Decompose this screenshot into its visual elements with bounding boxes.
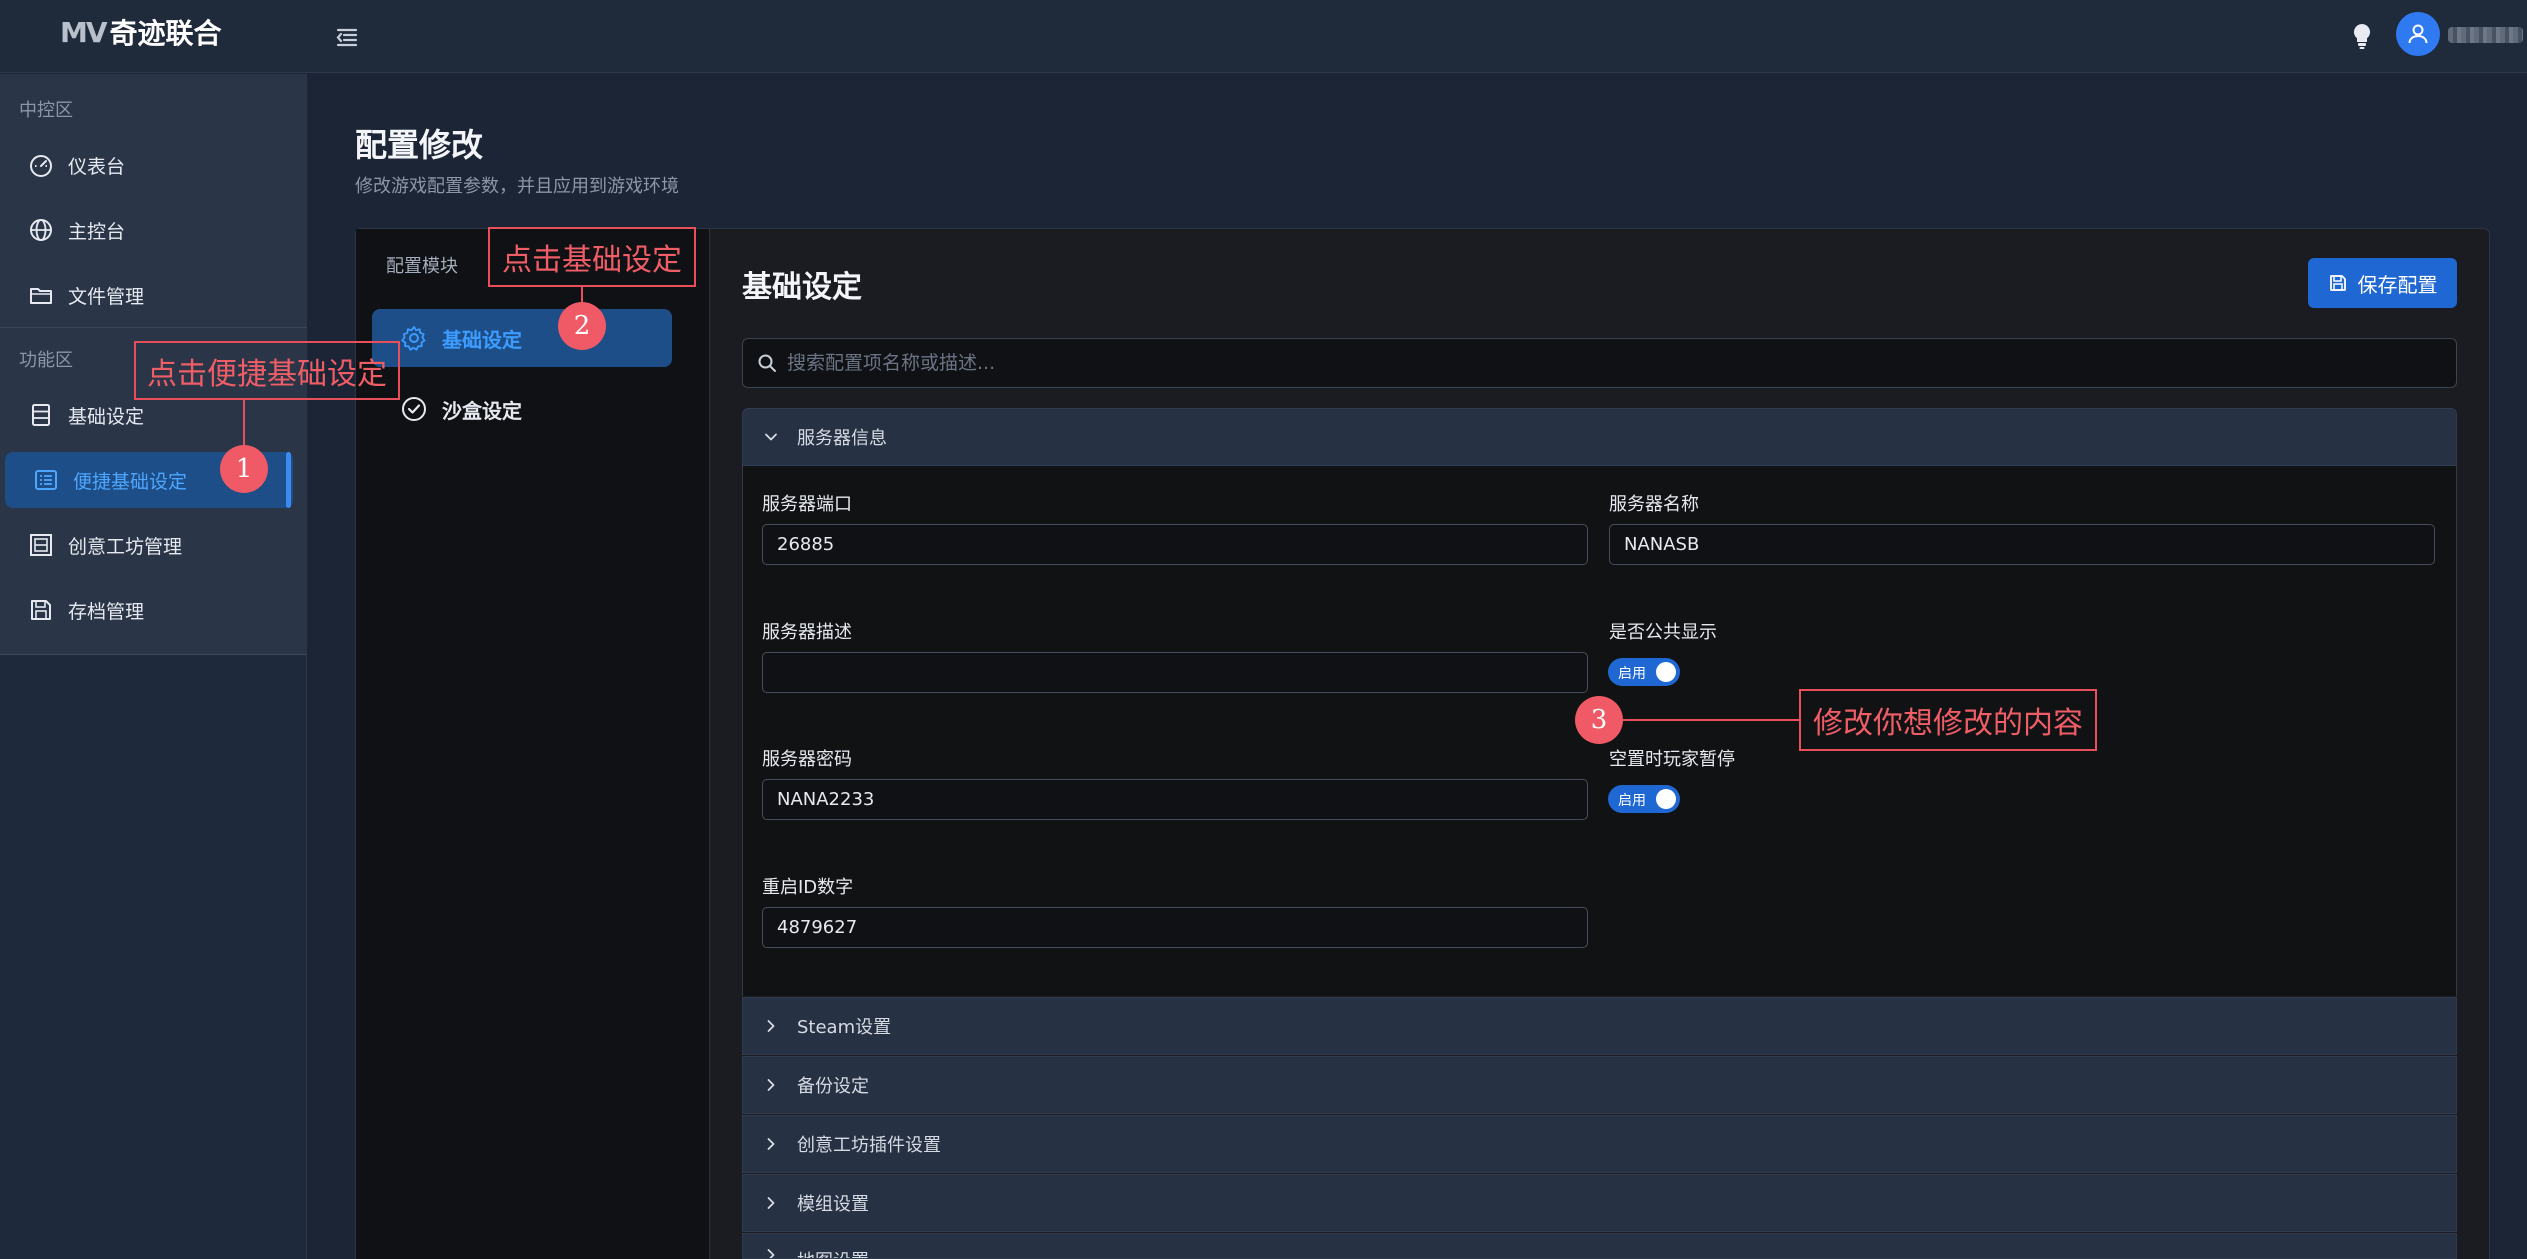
sidebar-item-console[interactable]: 主控台 bbox=[0, 202, 292, 258]
section-label-control: 中控区 bbox=[19, 100, 73, 121]
toggle-label: 启用 bbox=[1618, 666, 1646, 682]
chevron-right-icon bbox=[767, 1249, 775, 1258]
check-circle-icon bbox=[402, 397, 426, 421]
sidebar-item-workshop[interactable]: 创意工坊管理 bbox=[0, 517, 292, 573]
module-item-sandbox[interactable]: 沙盒设定 bbox=[372, 380, 672, 438]
panel-title: 地图设置 bbox=[797, 1247, 869, 1258]
server-name-field[interactable] bbox=[1609, 524, 2435, 565]
panel-backup[interactable]: 备份设定 bbox=[742, 1056, 2457, 1114]
restart-id-field[interactable] bbox=[762, 907, 1588, 948]
sidebar-item-label: 存档管理 bbox=[68, 600, 145, 623]
panel-title: 服务器信息 bbox=[797, 428, 887, 449]
logo-text: 奇迹联合 bbox=[109, 17, 222, 50]
annotation-step1-label: 点击便捷基础设定 bbox=[134, 341, 400, 400]
label-idle-pause: 空置时玩家暂停 bbox=[1609, 749, 1735, 770]
annotation-step3-leader bbox=[1623, 719, 1799, 721]
sidebar-item-label: 创意工坊管理 bbox=[68, 535, 183, 558]
sidebar-item-label: 便捷基础设定 bbox=[73, 470, 188, 493]
server-icon bbox=[32, 404, 50, 426]
label-server-password: 服务器密码 bbox=[762, 749, 852, 770]
module-item-basic[interactable]: 基础设定 bbox=[372, 309, 672, 367]
annotation-step2-badge: 2 bbox=[558, 302, 606, 350]
panel-workshop-plugins[interactable]: 创意工坊插件设置 bbox=[742, 1115, 2457, 1173]
sidebar-item-label: 基础设定 bbox=[68, 405, 145, 428]
chevron-right-icon bbox=[767, 1138, 775, 1150]
panel-title: 备份设定 bbox=[797, 1076, 869, 1097]
panel-server-info[interactable]: 服务器信息 bbox=[742, 408, 2457, 466]
content-title: 基础设定 bbox=[742, 270, 862, 305]
sidebar-item-label: 文件管理 bbox=[68, 285, 145, 308]
module-item-label: 基础设定 bbox=[442, 327, 522, 352]
gear-icon bbox=[401, 326, 426, 351]
annotation-step1-leader bbox=[243, 400, 245, 445]
chevron-right-icon bbox=[767, 1079, 775, 1091]
page-subtitle: 修改游戏配置参数，并且应用到游戏环境 bbox=[355, 176, 679, 197]
save-button-label: 保存配置 bbox=[2357, 272, 2438, 297]
annotation-step3-label: 修改你想修改的内容 bbox=[1799, 689, 2097, 751]
toggle-knob bbox=[1656, 789, 1676, 809]
menu-collapse-icon[interactable] bbox=[332, 22, 362, 52]
panel-title: 创意工坊插件设置 bbox=[797, 1135, 941, 1156]
label-server-name: 服务器名称 bbox=[1609, 494, 1699, 515]
panel-steam[interactable]: Steam设置 bbox=[742, 997, 2457, 1055]
panel-title: Steam设置 bbox=[797, 1017, 892, 1038]
module-title: 配置模块 bbox=[386, 256, 458, 277]
section-label-function: 功能区 bbox=[19, 350, 73, 371]
search-bar[interactable] bbox=[742, 338, 2457, 388]
chevron-down-icon bbox=[765, 433, 777, 441]
dashboard-icon bbox=[30, 155, 52, 177]
username-redacted[interactable] bbox=[2448, 27, 2523, 43]
list-icon bbox=[35, 470, 57, 490]
sidebar-item-label: 仪表台 bbox=[68, 155, 126, 178]
sidebar-item-label: 主控台 bbox=[68, 220, 126, 243]
panel-title: 模组设置 bbox=[797, 1194, 869, 1215]
user-avatar[interactable] bbox=[2396, 12, 2440, 56]
workshop-icon bbox=[30, 534, 52, 556]
label-server-port: 服务器端口 bbox=[762, 494, 852, 515]
server-port-field[interactable] bbox=[762, 524, 1588, 565]
save-icon bbox=[2329, 275, 2346, 291]
app-logo[interactable]: MV 奇迹联合 bbox=[60, 12, 222, 52]
sidebar-item-saves[interactable]: 存档管理 bbox=[0, 582, 292, 638]
active-indicator bbox=[286, 452, 291, 508]
save-icon bbox=[31, 600, 51, 620]
save-config-button[interactable]: 保存配置 bbox=[2308, 258, 2457, 308]
label-public-display: 是否公共显示 bbox=[1609, 622, 1717, 643]
top-header bbox=[0, 0, 2527, 73]
sidebar-divider bbox=[0, 327, 307, 328]
search-icon bbox=[758, 354, 776, 372]
sidebar-item-dashboard[interactable]: 仪表台 bbox=[0, 137, 292, 193]
server-password-field[interactable] bbox=[762, 779, 1588, 820]
toggle-label: 启用 bbox=[1618, 793, 1646, 809]
annotation-step2-label: 点击基础设定 bbox=[488, 227, 696, 287]
module-item-label: 沙盒设定 bbox=[442, 398, 522, 423]
page-title: 配置修改 bbox=[355, 126, 484, 164]
bulb-icon[interactable] bbox=[2350, 21, 2374, 51]
label-server-desc: 服务器描述 bbox=[762, 622, 852, 643]
toggle-knob bbox=[1656, 662, 1676, 682]
globe-icon bbox=[30, 219, 52, 241]
annotation-step3-badge: 3 bbox=[1575, 696, 1623, 744]
sidebar-item-files[interactable]: 文件管理 bbox=[0, 267, 292, 323]
panel-mods[interactable]: 模组设置 bbox=[742, 1174, 2457, 1232]
user-icon bbox=[2408, 24, 2428, 44]
annotation-step1-badge: 1 bbox=[220, 445, 268, 493]
server-desc-field[interactable] bbox=[762, 652, 1588, 693]
panel-map[interactable]: 地图设置 bbox=[742, 1233, 2457, 1259]
idle-pause-toggle[interactable]: 启用 bbox=[1608, 785, 1680, 813]
chevron-right-icon bbox=[767, 1197, 775, 1209]
label-restart-id: 重启ID数字 bbox=[762, 877, 854, 898]
public-display-toggle[interactable]: 启用 bbox=[1608, 658, 1680, 686]
logo-mark: MV bbox=[60, 15, 108, 49]
search-input[interactable] bbox=[787, 352, 2387, 374]
chevron-right-icon bbox=[767, 1020, 775, 1032]
folder-icon bbox=[30, 288, 52, 304]
